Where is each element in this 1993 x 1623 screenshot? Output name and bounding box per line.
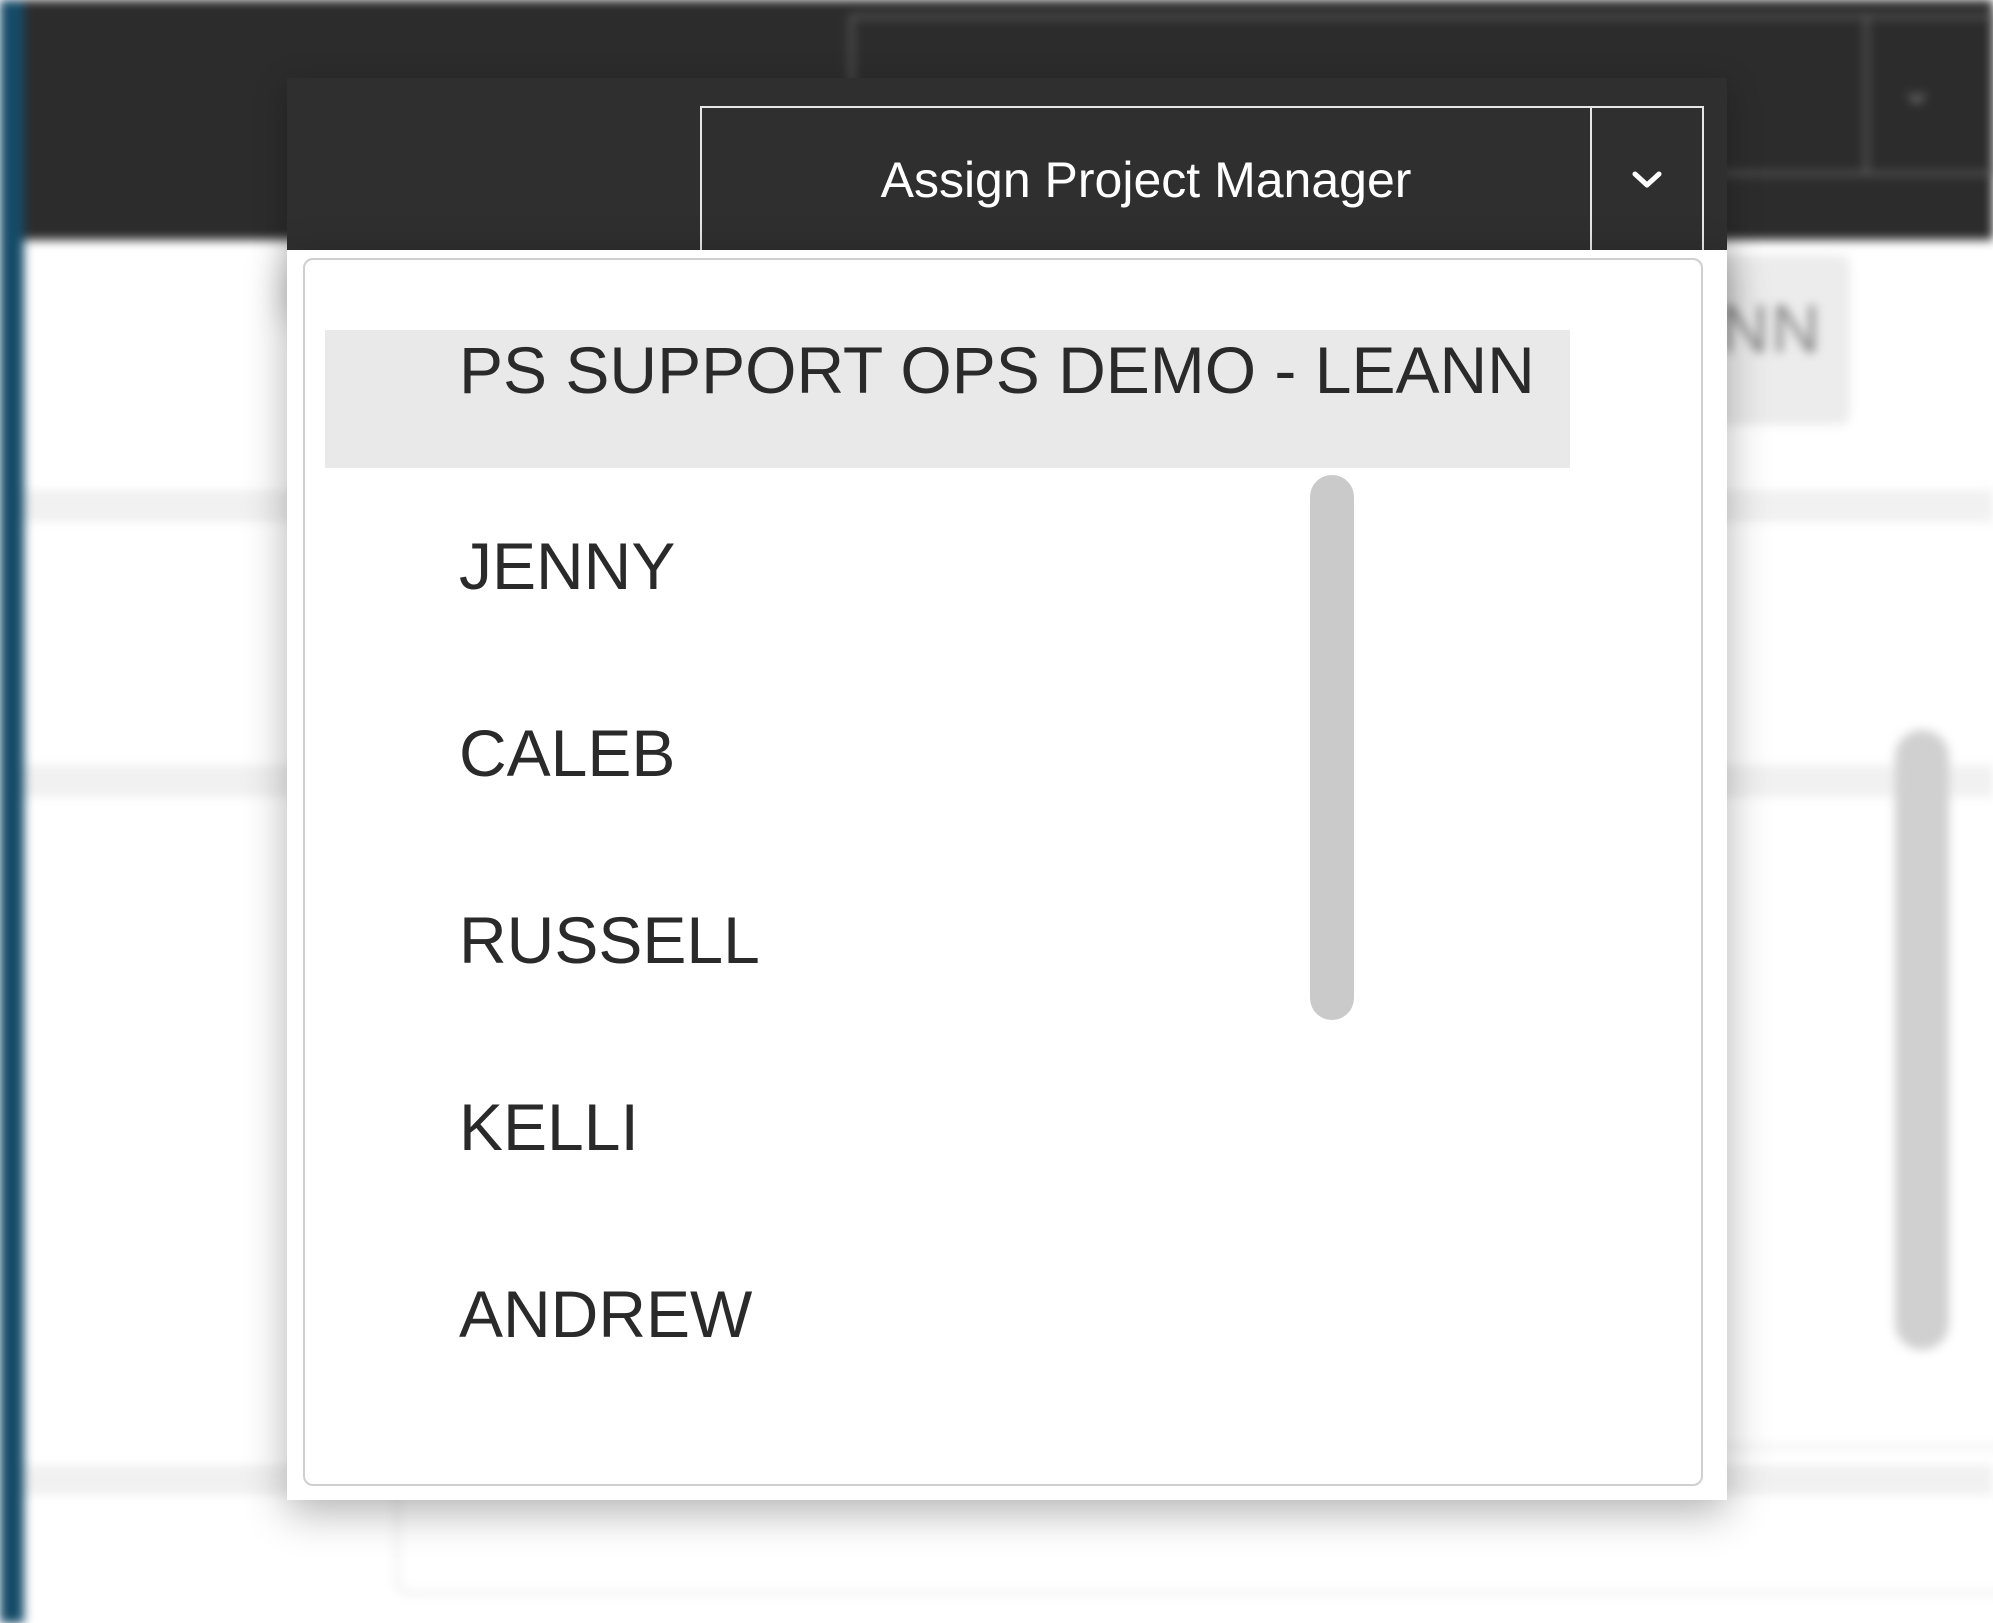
dropdown-option-label: JENNY [459,529,676,603]
dropdown-option[interactable]: ANDREW [325,1256,1570,1394]
dropdown-option[interactable]: RUSSELL [325,882,1570,1020]
background-select-divider [1865,15,1868,175]
dropdown-option[interactable]: KELLI [325,1069,1570,1207]
background-chevron-down-icon: ⌄ [1900,68,1934,112]
dropdown-scrollbar-thumb[interactable] [1310,475,1354,1020]
project-manager-dropdown[interactable]: PS SUPPORT OPS DEMO - LEANN JENNY CALEB … [303,258,1703,1486]
background-scrollbar [1895,730,1949,1350]
dropdown-option-label: ANDREW [459,1277,753,1351]
dropdown-option-label: PS SUPPORT OPS DEMO - LEANN [459,333,1535,407]
app-screen: ⌄ NN Assign Project Manager PS SUPPORT O… [0,0,1993,1623]
background-chip-text: NN [1720,291,1823,367]
dropdown-option[interactable]: JENNY [325,508,1570,646]
project-manager-select-label: Assign Project Manager [880,152,1412,208]
left-nav-strip [0,0,24,1623]
dropdown-option-label: CALEB [459,716,676,790]
project-manager-select[interactable]: Assign Project Manager [700,106,1704,254]
dropdown-option[interactable]: PS SUPPORT OPS DEMO - LEANN [325,330,1570,468]
dropdown-option-label: RUSSELL [459,903,760,977]
dropdown-option-label: KELLI [459,1090,639,1164]
chevron-down-icon [1632,171,1662,188]
select-toggle-button[interactable] [1592,108,1702,252]
dropdown-option[interactable]: CALEB [325,695,1570,833]
